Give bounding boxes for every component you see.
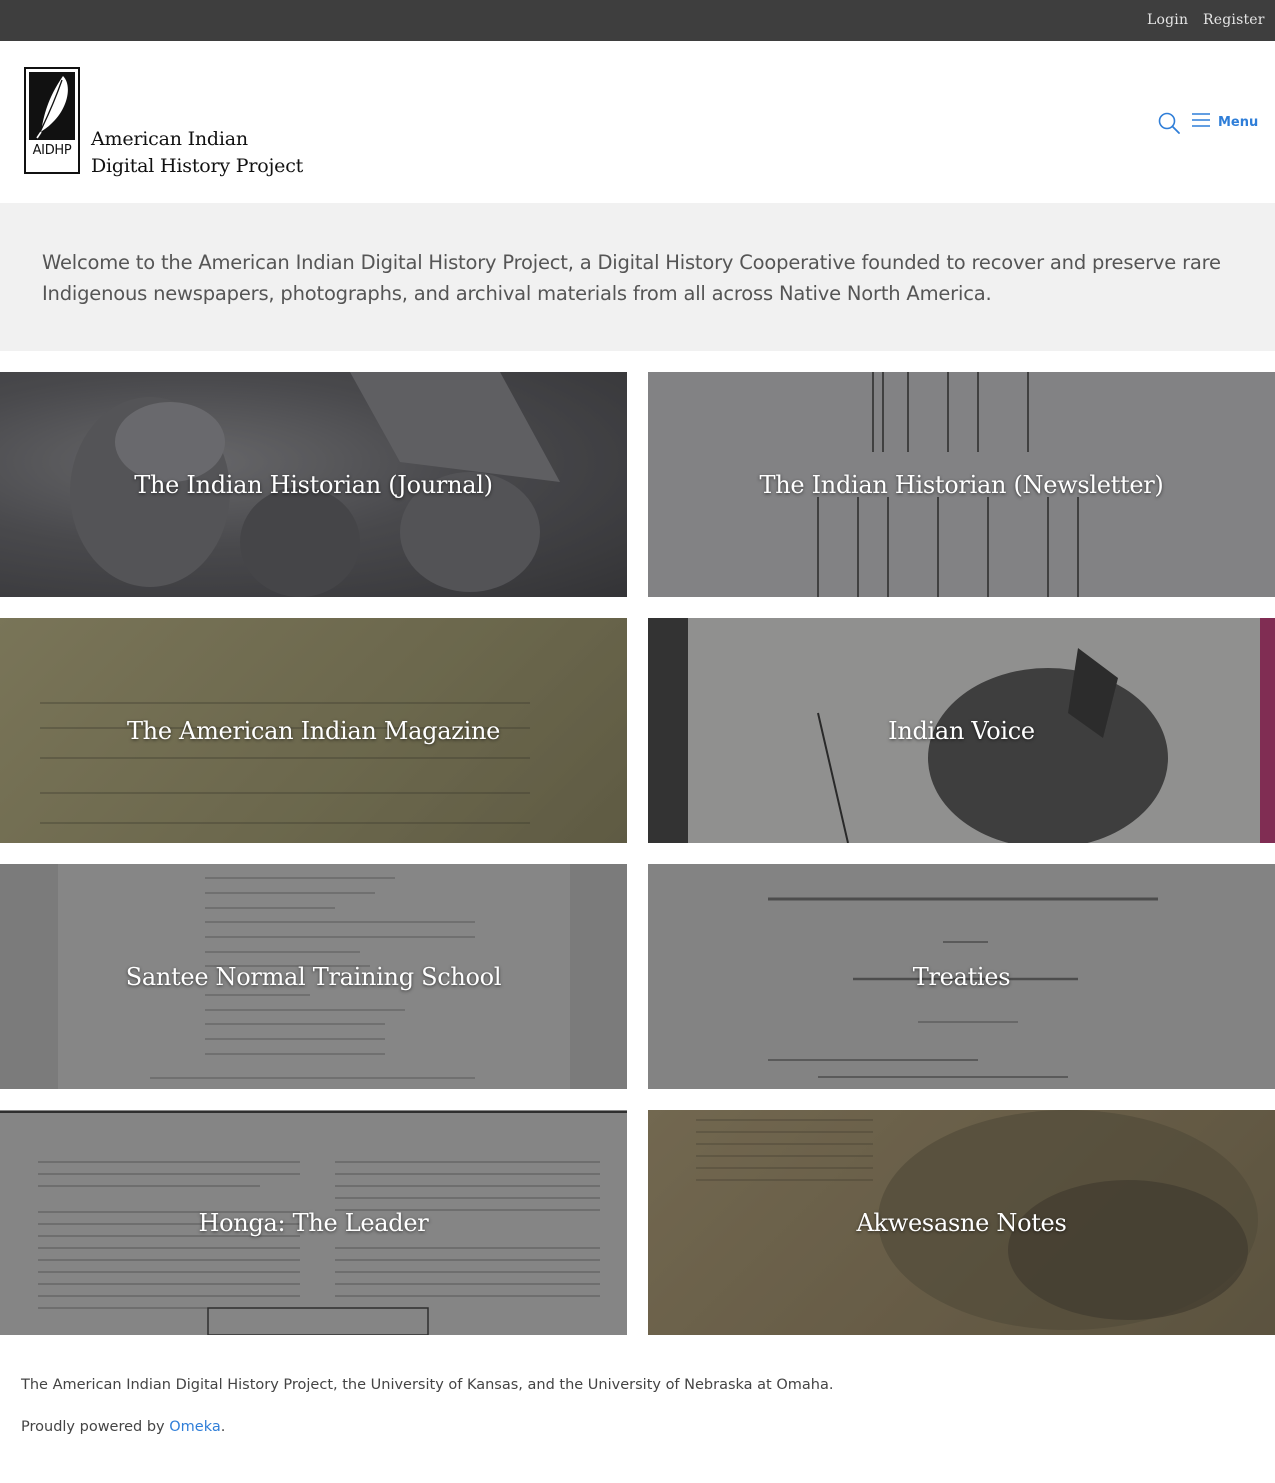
menu-button[interactable]: Menu [1192, 112, 1258, 132]
footer-credit: The American Indian Digital History Proj… [21, 1377, 834, 1393]
powered-suffix: . [220, 1419, 226, 1435]
site-logo[interactable]: AIDHP [24, 67, 80, 174]
omeka-link[interactable]: Omeka [169, 1419, 221, 1435]
footer-powered-by: Proudly powered by Omeka. [21, 1419, 225, 1435]
login-link[interactable]: Login [1147, 12, 1188, 28]
collection-title: The Indian Historian (Newsletter) [759, 470, 1164, 499]
collection-tile-american-indian-magazine[interactable]: The American Indian Magazine [0, 618, 627, 843]
collection-title: The American Indian Magazine [126, 716, 501, 745]
collection-tile-treaties[interactable]: Treaties [648, 864, 1275, 1089]
logo-abbreviation: AIDHP [32, 143, 72, 158]
collection-title: Santee Normal Training School [125, 962, 502, 991]
welcome-banner: Welcome to the American Indian Digital H… [0, 203, 1275, 351]
site-name-line2: Digital History Project [91, 155, 304, 177]
collection-title: Akwesasne Notes [856, 1208, 1067, 1237]
register-link[interactable]: Register [1203, 12, 1265, 28]
search-icon[interactable] [1157, 111, 1181, 135]
collection-title: The Indian Historian (Journal) [134, 470, 493, 499]
collection-tile-akwesasne-notes[interactable]: Akwesasne Notes [648, 1110, 1275, 1335]
collection-tile-indian-voice[interactable]: Indian Voice [648, 618, 1275, 843]
powered-prefix: Proudly powered by [21, 1419, 170, 1435]
collection-title: Honga: The Leader [198, 1208, 429, 1237]
site-name-line1: American Indian [91, 128, 248, 150]
hamburger-icon [1192, 112, 1210, 132]
collection-tile-indian-historian-journal[interactable]: The Indian Historian (Journal) [0, 372, 627, 597]
collection-tile-santee-normal-training-school[interactable]: Santee Normal Training School [0, 864, 627, 1089]
collection-title: Indian Voice [888, 716, 1035, 745]
site-name[interactable]: American Indian Digital History Project [91, 126, 303, 180]
menu-label: Menu [1218, 114, 1259, 130]
collection-title: Treaties [912, 962, 1011, 991]
welcome-text: Welcome to the American Indian Digital H… [42, 251, 1221, 305]
top-bar: Login Register [0, 0, 1275, 41]
collection-tile-indian-historian-newsletter[interactable]: The Indian Historian (Newsletter) [648, 372, 1275, 597]
feather-icon [29, 72, 75, 140]
collection-tile-honga-the-leader[interactable]: Honga: The Leader [0, 1110, 627, 1335]
